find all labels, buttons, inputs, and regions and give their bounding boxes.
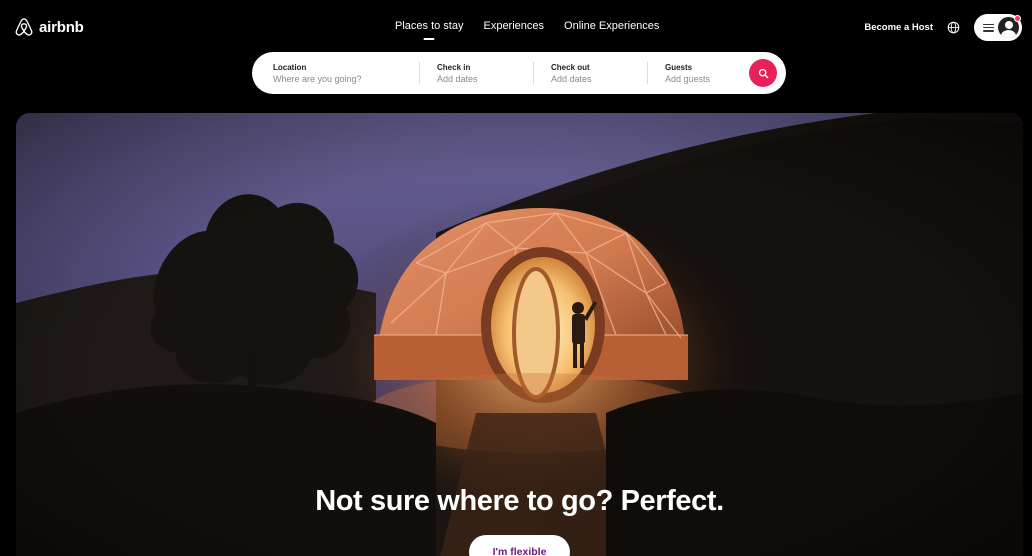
airbnb-logo-icon <box>15 18 33 36</box>
search-location-field[interactable]: Location Where are you going? <box>252 52 419 94</box>
airbnb-logo[interactable]: airbnb <box>14 17 84 37</box>
header-right: Become a Host <box>864 14 1022 41</box>
search-button[interactable] <box>749 59 777 87</box>
hero-banner: Not sure where to go? Perfect. I'm flexi… <box>16 113 1023 556</box>
checkin-placeholder: Add dates <box>437 73 478 84</box>
main-nav: Places to stay Experiences Online Experi… <box>395 20 659 32</box>
location-label: Location <box>273 62 307 72</box>
checkout-label: Check out <box>551 62 590 72</box>
hero-title: Not sure where to go? Perfect. <box>315 485 724 517</box>
im-flexible-button[interactable]: I'm flexible <box>469 535 570 556</box>
guests-placeholder: Add guests <box>665 73 711 84</box>
nav-online-experiences[interactable]: Online Experiences <box>564 20 659 32</box>
brand-name: airbnb <box>39 18 84 36</box>
location-placeholder: Where are you going? <box>273 73 362 84</box>
guests-label: Guests <box>665 62 693 72</box>
nav-places-to-stay[interactable]: Places to stay <box>395 20 463 32</box>
search-checkin-field[interactable]: Check in Add dates <box>420 52 533 94</box>
become-host-link[interactable]: Become a Host <box>864 22 933 33</box>
hamburger-icon <box>983 23 994 32</box>
checkin-label: Check in <box>437 62 471 72</box>
search-icon <box>758 68 768 78</box>
user-menu-button[interactable] <box>974 14 1022 41</box>
search-guests-field[interactable]: Guests Add guests <box>648 52 748 94</box>
globe-icon[interactable] <box>947 21 960 34</box>
search-checkout-field[interactable]: Check out Add dates <box>534 52 647 94</box>
notification-dot <box>1014 15 1021 22</box>
nav-experiences[interactable]: Experiences <box>483 20 544 32</box>
checkout-placeholder: Add dates <box>551 73 592 84</box>
top-header: airbnb Places to stay Experiences Online… <box>0 0 1032 110</box>
search-bar: Location Where are you going? Check in A… <box>252 52 786 94</box>
